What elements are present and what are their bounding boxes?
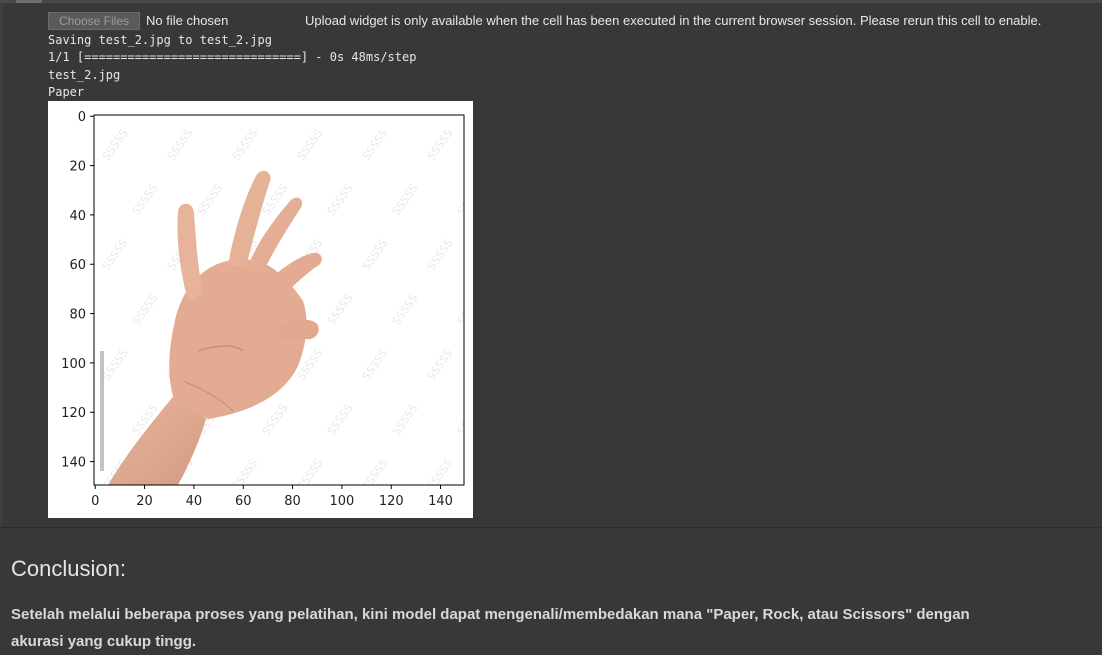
conclusion-line-2: akurasi yang cukup tingg.	[11, 633, 197, 650]
output-line-prediction: Paper	[48, 85, 85, 99]
y-tick-label: 80	[69, 308, 86, 323]
cell-top-border	[0, 0, 1102, 3]
image-plot: SSSSS SSSSS SSSSS SSSSS SSSSS SSSSSSSSSS SSSSS…	[61, 110, 465, 509]
conclusion-line-1: Setelah melalui beberapa proses yang pel…	[11, 606, 970, 623]
upload-unavailable-note: Upload widget is only available when the…	[305, 13, 1042, 28]
upload-widget: Choose Files No file chosen Upload widge…	[48, 12, 1102, 30]
output-line-filename: test_2.jpg	[48, 68, 121, 82]
credit-strip	[100, 351, 104, 471]
file-status-text: No file chosen	[146, 13, 229, 28]
x-tick-label: 60	[235, 494, 252, 509]
x-tick-label: 80	[284, 494, 301, 509]
y-tick-label: 20	[69, 160, 86, 175]
x-tick-label: 100	[329, 494, 354, 509]
x-tick-label: 20	[136, 494, 153, 509]
y-tick-label: 0	[78, 110, 86, 125]
y-tick-label: 120	[61, 406, 86, 421]
x-tick-label: 140	[428, 494, 453, 509]
x-tick-label: 120	[379, 494, 404, 509]
x-tick-label: 40	[186, 494, 203, 509]
conclusion-heading: Conclusion:	[11, 556, 126, 581]
output-line-progress: 1/1 [==============================] - 0…	[48, 50, 417, 64]
y-tick-label: 40	[69, 209, 86, 224]
cell-bottom-border	[0, 527, 1102, 528]
y-axis: 0 20 40 60 80 100 120 140	[61, 110, 94, 471]
conclusion-paragraph: Setelah melalui beberapa proses yang pel…	[11, 601, 1011, 655]
image-plot-figure: SSSSS SSSSS SSSSS SSSSS SSSSS SSSSS SSSSS SSSSS…	[48, 101, 473, 518]
choose-files-button[interactable]: Choose Files	[48, 12, 140, 30]
side-watermark-text	[100, 351, 104, 471]
output-line-saving: Saving test_2.jpg to test_2.jpg	[48, 33, 272, 47]
x-tick-label: 0	[91, 494, 99, 509]
y-tick-label: 140	[61, 456, 86, 471]
cell-gutter	[0, 3, 3, 528]
cell-run-indicator[interactable]	[16, 0, 42, 3]
cell-output-area: Choose Files No file chosen Upload widge…	[0, 0, 1102, 528]
y-tick-label: 100	[61, 357, 86, 372]
y-tick-label: 60	[69, 258, 86, 273]
x-axis: 0 20 40 60 80 100 120 140	[91, 485, 453, 509]
